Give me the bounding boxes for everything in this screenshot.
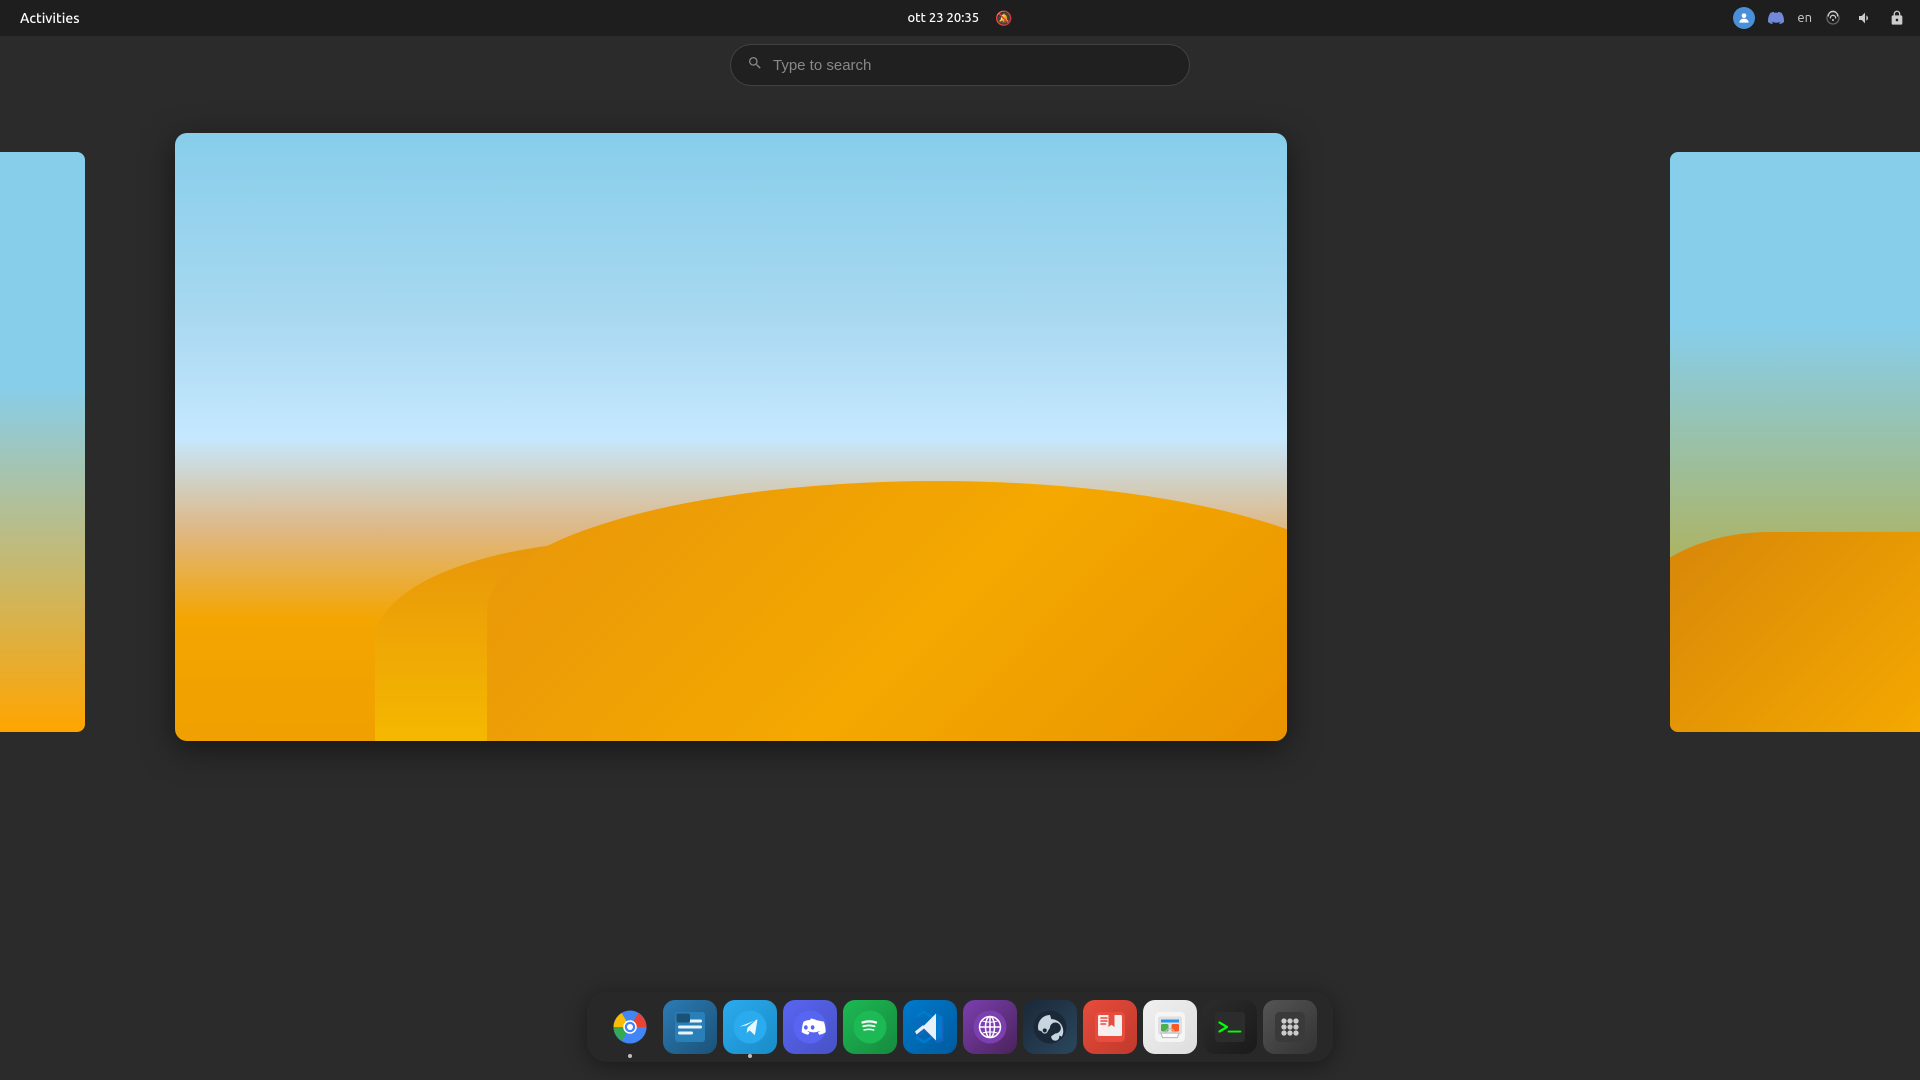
dock-item-telegram[interactable]: [723, 1000, 777, 1054]
search-container: [720, 36, 1200, 94]
vscode-icon: [912, 1009, 948, 1045]
show-apps-icon: [1272, 1009, 1308, 1045]
activities-button[interactable]: Activities: [12, 8, 88, 28]
dock-item-spotify[interactable]: [843, 1000, 897, 1054]
chromium-icon: [612, 1009, 648, 1045]
dock-item-bookmarks[interactable]: [1083, 1000, 1137, 1054]
lock-icon[interactable]: [1886, 7, 1908, 29]
topbar-center: ott 23 20:35 🔕: [907, 10, 1012, 27]
gnome-web-icon: [972, 1009, 1008, 1045]
window-right-partial: [1670, 152, 1920, 732]
telegram-icon: [732, 1009, 768, 1045]
store-icon: [1152, 1009, 1188, 1045]
wallpaper: [175, 133, 1287, 741]
spotify-icon: [852, 1009, 888, 1045]
topbar-right: en: [1733, 7, 1908, 29]
dock-item-chromium[interactable]: [603, 1000, 657, 1054]
window-left-partial: [0, 152, 85, 732]
topbar: Activities ott 23 20:35 🔕 en: [0, 0, 1920, 36]
avatar[interactable]: [1733, 7, 1755, 29]
dock-item-vscode[interactable]: [903, 1000, 957, 1054]
chromium-dot: [628, 1054, 632, 1058]
volume-icon[interactable]: [1854, 7, 1876, 29]
steam-icon: [1032, 1009, 1068, 1045]
user-icon: [1737, 11, 1751, 25]
search-input[interactable]: [773, 57, 1173, 74]
discord-tray-icon[interactable]: [1765, 7, 1787, 29]
right-dune: [1670, 532, 1920, 732]
language-label[interactable]: en: [1797, 11, 1812, 25]
bookmarks-icon: [1092, 1009, 1128, 1045]
dock-item-steam[interactable]: [1023, 1000, 1077, 1054]
files-icon: [672, 1009, 708, 1045]
main-window[interactable]: [175, 133, 1287, 741]
discord-icon: [792, 1009, 828, 1045]
dock-item-files[interactable]: [663, 1000, 717, 1054]
terminal-icon: [1212, 1009, 1248, 1045]
datetime-label: ott 23 20:35: [907, 11, 979, 25]
dock-container: [587, 992, 1333, 1062]
search-bar[interactable]: [730, 44, 1190, 86]
dune-right: [487, 481, 1287, 741]
dock-item-terminal[interactable]: [1203, 1000, 1257, 1054]
dock-item-show-apps[interactable]: [1263, 1000, 1317, 1054]
search-icon: [747, 55, 763, 75]
telegram-dot: [748, 1054, 752, 1058]
network-icon[interactable]: [1822, 7, 1844, 29]
desktop: [0, 36, 1920, 1080]
bell-icon[interactable]: 🔕: [995, 10, 1012, 27]
dock: [587, 992, 1333, 1062]
window-left-wallpaper: [0, 152, 85, 732]
window-right-wallpaper: [1670, 152, 1920, 732]
dock-item-store[interactable]: [1143, 1000, 1197, 1054]
topbar-left: Activities: [12, 8, 88, 28]
dock-item-gnome-web[interactable]: [963, 1000, 1017, 1054]
dock-item-discord[interactable]: [783, 1000, 837, 1054]
